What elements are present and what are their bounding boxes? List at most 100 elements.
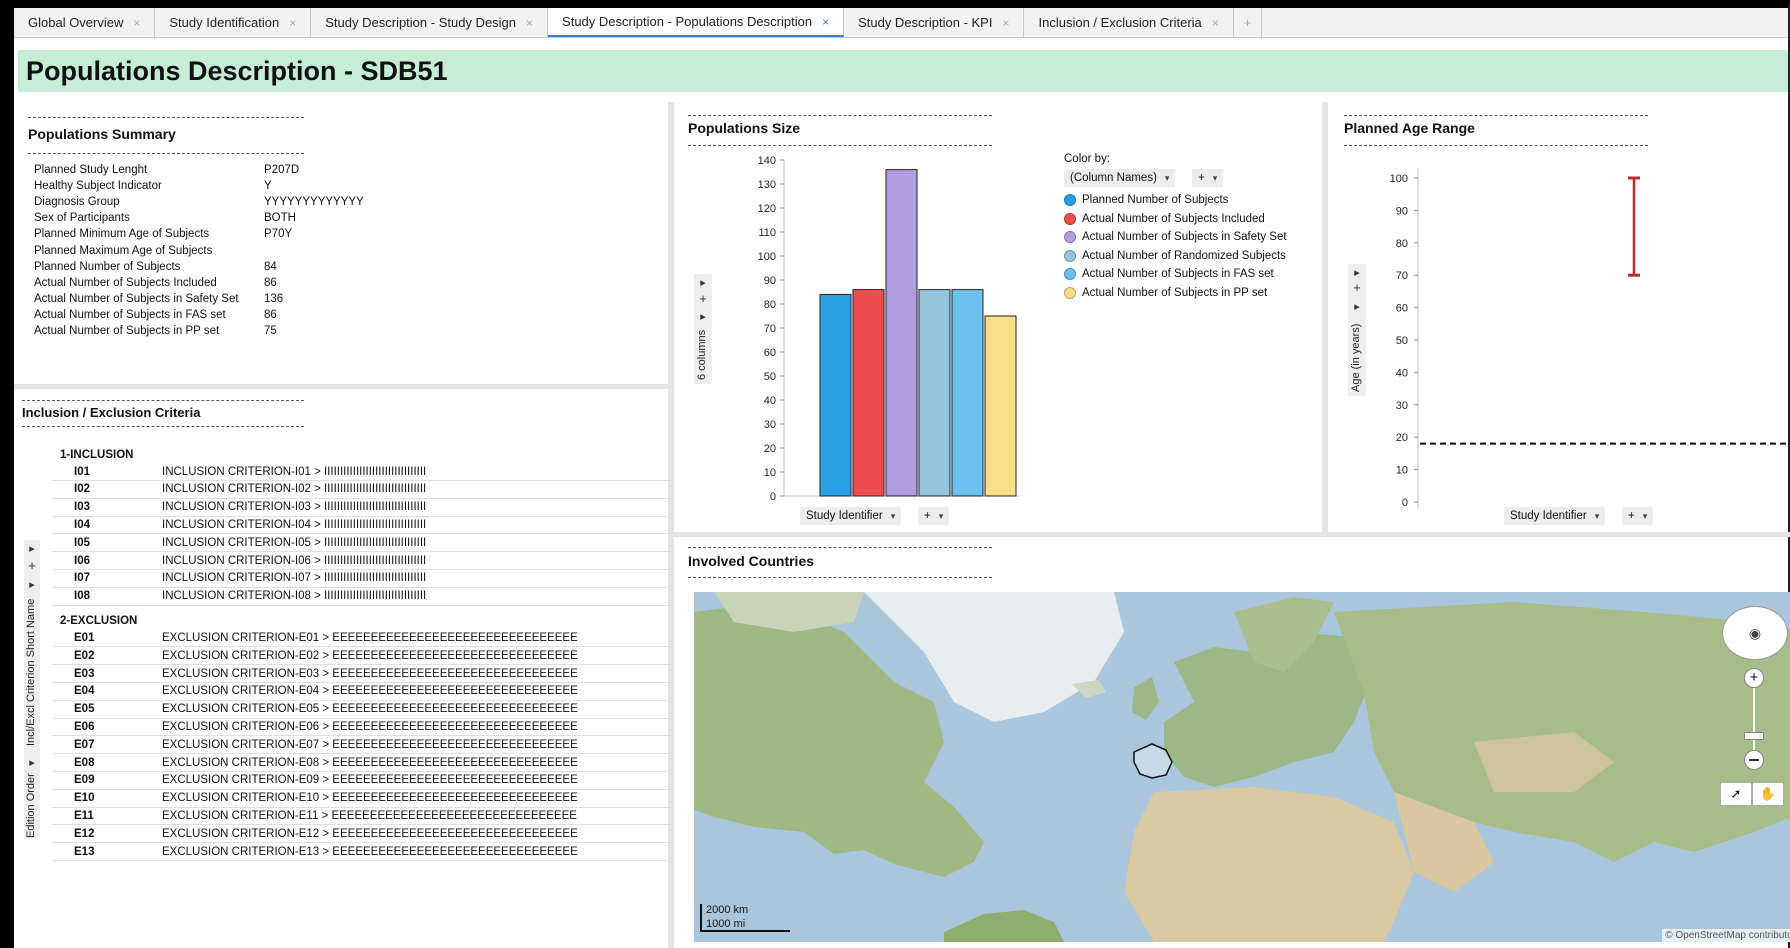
chevron-down-icon: ▾ <box>1642 510 1648 521</box>
expand-icon[interactable]: ▸ <box>26 578 38 591</box>
y-tick-label: 10 <box>1396 465 1408 477</box>
tab-3[interactable]: Study Description - Study Design × <box>311 8 549 37</box>
age-axis-label[interactable]: Age (in years) <box>1350 324 1362 392</box>
zoom-slider-handle[interactable] <box>1744 732 1764 740</box>
criteria-row[interactable]: I05 INCLUSION CRITERION-I05 > IIIIIIIIIII… <box>52 534 672 553</box>
criterion-id: E06 <box>74 720 95 733</box>
legend-item[interactable]: Actual Number of Subjects Included <box>1064 212 1265 225</box>
close-icon[interactable]: × <box>526 16 533 30</box>
pan-control[interactable]: ◉ <box>1722 606 1788 660</box>
tab-4[interactable]: Study Description - Populations Descript… <box>548 8 845 37</box>
criteria-row[interactable]: I06 INCLUSION CRITERION-I06 > IIIIIIIIIII… <box>52 552 672 570</box>
summary-value: 86 <box>264 308 277 321</box>
add-icon: + <box>1198 172 1205 184</box>
summary-key: Planned Study Lenght <box>34 164 148 176</box>
select-tool-button[interactable]: ➚ <box>1720 782 1752 806</box>
pan-center-icon: ◉ <box>1748 624 1762 641</box>
expand-icon[interactable]: ▸ <box>696 310 710 323</box>
close-icon[interactable]: × <box>1212 16 1219 30</box>
criteria-row[interactable]: E09 EXCLUSION CRITERION-E09 > EEEEEEEEEEE… <box>52 772 672 790</box>
summary-key: Healthy Subject Indicator <box>34 180 162 193</box>
criterion-text: EXCLUSION CRITERION-E03 > EEEEEEEEEEEEEE… <box>162 667 578 680</box>
legend-swatch <box>1064 286 1076 299</box>
criteria-row[interactable]: I03 INCLUSION CRITERION-I03 > IIIIIIIIIII… <box>52 499 672 517</box>
criterion-text: EXCLUSION CRITERION-E10 > EEEEEEEEEEEEEE… <box>162 792 578 805</box>
summary-row: Planned Maximum Age of Subjects <box>34 245 264 257</box>
chevron-down-icon: ▾ <box>938 510 944 521</box>
expand-icon[interactable]: ▸ <box>26 756 38 769</box>
expand-icon[interactable]: ▸ <box>1350 266 1364 279</box>
edition-order-axis-label[interactable]: Edition Order <box>25 773 37 838</box>
criteria-row[interactable]: I02 INCLUSION CRITERION-I02 > IIIIIIIIIII… <box>52 481 672 499</box>
criteria-row[interactable]: I08 INCLUSION CRITERION-I08 > IIIIIIIIIII… <box>52 588 672 606</box>
legend-item[interactable]: Actual Number of Randomized Subjects <box>1064 249 1286 262</box>
add-icon[interactable]: + <box>26 558 38 573</box>
populations-size-chart: 0 10 20 30 40 50 60 70 80 90 100 110 120 130 140 <box>758 155 1019 503</box>
criteria-row[interactable]: E03 EXCLUSION CRITERION-E03 > EEEEEEEEEEE… <box>52 665 672 683</box>
zoom-slider-track[interactable] <box>1753 688 1755 750</box>
criteria-row[interactable]: I01 INCLUSION CRITERION-I01 > IIIIIIIIIII… <box>52 463 672 481</box>
world-map[interactable]: ◉ + ➚ ✋ 2000 km 1000 mi © OpenStreetMap … <box>694 592 1790 942</box>
criteria-row[interactable]: E07 EXCLUSION CRITERION-E07 > EEEEEEEEEEE… <box>52 736 672 755</box>
criteria-row[interactable]: E10 EXCLUSION CRITERION-E10 > EEEEEEEEEEE… <box>52 790 672 808</box>
legend-item[interactable]: Actual Number of Subjects in Safety Set <box>1064 231 1287 243</box>
criteria-row[interactable]: E11 EXCLUSION CRITERION-E11 > EEEEEEEEEEE… <box>52 807 672 826</box>
close-icon[interactable]: × <box>133 16 140 30</box>
summary-value: 86 <box>264 276 277 289</box>
criterion-short-name-axis-label[interactable]: Incl/Excl Criterion Short Name <box>25 599 37 746</box>
expand-icon[interactable]: ▸ <box>1350 300 1364 313</box>
close-icon[interactable]: × <box>822 15 829 29</box>
criterion-id: I01 <box>74 465 90 478</box>
criteria-row[interactable]: E02 EXCLUSION CRITERION-E02 > EEEEEEEEEEE… <box>52 647 672 666</box>
close-icon[interactable]: × <box>1002 16 1009 30</box>
legend-item[interactable]: Planned Number of Subjects <box>1064 194 1228 206</box>
criteria-row[interactable]: I04 INCLUSION CRITERION-I04 > IIIIIIIIIII… <box>52 516 672 535</box>
new-tab-button[interactable]: + <box>1234 8 1263 37</box>
summary-row: Actual Number of Subjects in Safety Set 1… <box>34 293 283 305</box>
expand-icon[interactable]: ▸ <box>696 276 710 289</box>
close-icon[interactable]: × <box>289 16 296 30</box>
criteria-row[interactable]: E04 EXCLUSION CRITERION-E04 > EEEEEEEEEEE… <box>52 683 672 701</box>
criteria-row[interactable]: E08 EXCLUSION CRITERION-E08 > EEEEEEEEEEE… <box>52 754 672 772</box>
criteria-row[interactable]: E13 EXCLUSION CRITERION-E13 > EEEEEEEEEEE… <box>52 843 672 861</box>
add-icon[interactable]: + <box>1350 280 1364 295</box>
criterion-text: INCLUSION CRITERION-I02 > IIIIIIIIIIIIII… <box>162 483 427 496</box>
chevron-down-icon: ▾ <box>1212 172 1218 183</box>
legend-item[interactable]: Actual Number of Subjects in FAS set <box>1064 268 1274 280</box>
divider <box>688 547 992 548</box>
x-axis-add-button[interactable]: + ▾ <box>1622 507 1654 525</box>
criteria-row[interactable]: E01 EXCLUSION CRITERION-E01 > EEEEEEEEEEE… <box>52 629 672 648</box>
tab-2[interactable]: Study Identification × <box>155 8 312 37</box>
legend-item[interactable]: Actual Number of Subjects in PP set <box>1064 286 1267 299</box>
zoom-out-button[interactable] <box>1744 750 1764 770</box>
summary-value: P207D <box>264 164 300 176</box>
y-tick-label: 20 <box>1396 432 1408 444</box>
criteria-row[interactable]: E05 EXCLUSION CRITERION-E05 > EEEEEEEEEEE… <box>52 701 672 719</box>
color-by-selector[interactable]: (Column Names) ▾ <box>1064 169 1176 187</box>
tab-1[interactable]: Global Overview × <box>14 8 156 37</box>
expand-icon[interactable]: ▸ <box>26 542 38 555</box>
x-axis-add-button[interactable]: + ▾ <box>918 507 950 525</box>
color-by-add-button[interactable]: + ▾ <box>1192 169 1224 187</box>
add-icon[interactable]: + <box>696 291 710 306</box>
x-axis-selector[interactable]: Study Identifier ▾ <box>800 507 902 525</box>
y-tick-label: 30 <box>1396 400 1408 412</box>
criteria-row[interactable]: E06 EXCLUSION CRITERION-E06 > EEEEEEEEEEE… <box>52 718 672 737</box>
legend-swatch <box>1064 212 1076 225</box>
legend-label: Actual Number of Subjects Included <box>1082 212 1265 225</box>
criteria-row[interactable]: E12 EXCLUSION CRITERION-E12 > EEEEEEEEEEE… <box>52 825 672 844</box>
criteria-row[interactable]: I07 INCLUSION CRITERION-I07 > IIIIIIIIIII… <box>52 570 672 588</box>
y-tick-label: 80 <box>764 299 776 311</box>
zoom-in-button[interactable]: + <box>1744 668 1764 688</box>
divider <box>1344 115 1648 116</box>
criterion-id: E09 <box>74 774 95 787</box>
summary-value: 136 <box>264 292 284 305</box>
map-attribution[interactable]: © OpenStreetMap contributors <box>1662 929 1790 942</box>
columns-axis-label[interactable]: 6 columns <box>696 330 708 380</box>
panel-divider-vertical-2 <box>1322 102 1328 536</box>
tab-5[interactable]: Study Description - KPI × <box>844 8 1025 37</box>
pan-tool-button[interactable]: ✋ <box>1752 782 1784 806</box>
tab-6[interactable]: Inclusion / Exclusion Criteria × <box>1024 8 1234 37</box>
chevron-down-icon: ▾ <box>1164 172 1170 183</box>
x-axis-selector[interactable]: Study Identifier ▾ <box>1504 507 1606 525</box>
